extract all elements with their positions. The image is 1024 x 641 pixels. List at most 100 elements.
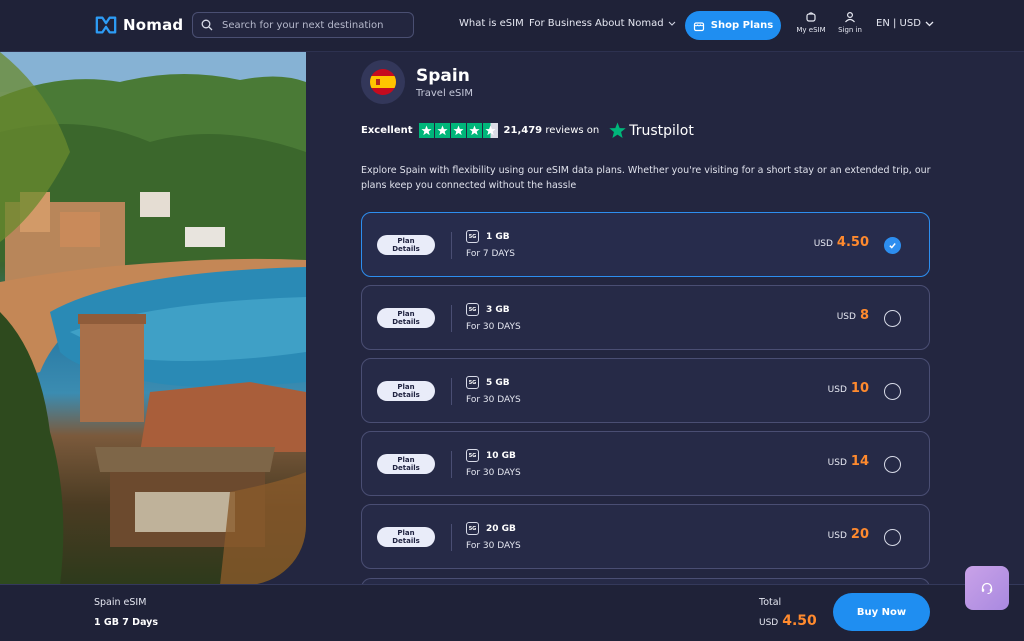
plan-details-button[interactable]: Plan Details [377,454,435,474]
star-icon [434,123,450,138]
sim-card-icon [806,12,816,22]
plan-radio[interactable] [884,529,901,546]
country-name: Spain [416,65,470,86]
trustpilot-label: Trustpilot [629,122,694,139]
plan-duration: For 30 DAYS [466,322,521,332]
trustpilot-star-icon [609,122,626,138]
plan-price: USD 20 [828,527,869,542]
trustpilot-rating[interactable]: Excellent 21,479 reviews on Trustpilot [361,122,694,139]
language-currency-selector[interactable]: EN | USD [876,18,934,29]
price-value: 4.50 [836,235,869,250]
total-label: Total [759,597,782,608]
search-icon [201,19,213,31]
plan-data: 5G 20 GB [466,522,521,535]
plan-info: 5G 5 GB For 30 DAYS [466,376,521,405]
5g-icon: 5G [466,376,479,389]
country-subtitle: Travel eSIM [416,87,473,99]
half-star-icon [482,123,498,138]
plan-details-button[interactable]: Plan Details [377,308,435,328]
check-icon [889,243,896,249]
shop-plans-label: Shop Plans [710,20,774,31]
plan-card-3gb[interactable]: Plan Details 5G 3 GB For 30 DAYS USD 8 [361,285,930,350]
plan-radio[interactable] [884,383,901,400]
reviews-text: reviews on [545,125,600,136]
5g-icon: 5G [466,230,479,243]
total-currency: USD [759,618,779,628]
support-chat-button[interactable] [965,566,1009,610]
country-header: Spain Travel eSIM [361,60,473,104]
nav-about-label: About Nomad [595,18,664,29]
plan-data: 5G 5 GB [466,376,521,389]
plan-price: USD 14 [828,454,869,469]
nomad-logo[interactable]: Nomad [95,14,183,36]
plan-price: USD 10 [828,381,869,396]
trustpilot-logo: Trustpilot [609,122,694,139]
chevron-down-icon [925,21,934,26]
lang-currency-label: EN | USD [876,18,921,29]
5g-icon: 5G [466,303,479,316]
plan-data: 5G 1 GB [466,230,515,243]
plan-data-amount: 10 GB [486,450,516,461]
buy-now-button[interactable]: Buy Now [833,593,930,631]
selected-country: Spain eSIM [94,597,147,608]
plan-price: USD 4.50 [814,235,869,250]
plan-info: 5G 3 GB For 30 DAYS [466,303,521,332]
plan-details-button[interactable]: Plan Details [377,381,435,401]
top-nav-bar: Nomad What is eSIM For Business About No… [0,0,1024,52]
price-currency: USD [813,239,833,249]
star-icon [450,123,466,138]
plan-divider [451,305,452,332]
spain-flag-icon [370,69,396,95]
search-bar[interactable] [192,12,414,38]
coastline-illustration [0,52,306,585]
store-icon [693,21,704,31]
plan-duration: For 30 DAYS [466,541,521,551]
nav-what-is-esim[interactable]: What is eSIM [459,18,524,29]
plan-duration: For 30 DAYS [466,468,521,478]
plan-duration: For 7 DAYS [466,249,515,259]
plan-details-button[interactable]: Plan Details [377,235,435,255]
nav-about-nomad[interactable]: About Nomad [595,18,676,29]
nomad-logo-icon [95,16,117,34]
plan-info: 5G 10 GB For 30 DAYS [466,449,521,478]
price-value: 10 [850,381,869,396]
plan-radio[interactable] [884,310,901,327]
my-esim-link[interactable]: My eSIM [794,11,828,34]
spain-coastline-image [0,52,306,585]
my-esim-label: My eSIM [796,26,826,34]
plan-details-button[interactable]: Plan Details [377,527,435,547]
checkout-bar: Spain eSIM 1 GB 7 Days Total USD 4.50 Bu… [0,584,1024,641]
plan-info: 5G 1 GB For 7 DAYS [466,230,515,259]
price-currency: USD [827,458,847,468]
plan-data: 5G 10 GB [466,449,521,462]
price-currency: USD [827,385,847,395]
plan-card-10gb[interactable]: Plan Details 5G 10 GB For 30 DAYS USD 14 [361,431,930,496]
plan-card-1gb[interactable]: Plan Details 5G 1 GB For 7 DAYS USD 4.50 [361,212,930,277]
plan-divider [451,232,452,259]
price-value: 14 [850,454,869,469]
5g-icon: 5G [466,449,479,462]
plan-info: 5G 20 GB For 30 DAYS [466,522,521,551]
star-icon [466,123,482,138]
plan-radio-selected[interactable] [884,237,901,254]
search-input[interactable] [220,18,400,32]
total-value: 4.50 [782,613,817,629]
sign-in-label: Sign in [838,26,862,34]
shop-plans-button[interactable]: Shop Plans [685,11,781,40]
plan-card-20gb[interactable]: Plan Details 5G 20 GB For 30 DAYS USD 20 [361,504,930,569]
nav-for-business[interactable]: For Business [529,18,592,29]
rating-label: Excellent [361,125,413,136]
total-price: USD 4.50 [759,613,817,629]
star-icon [418,123,434,138]
sign-in-link[interactable]: Sign in [833,11,867,34]
price-currency: USD [827,531,847,541]
plan-duration: For 30 DAYS [466,395,521,405]
chevron-down-icon [668,21,675,26]
plan-data-amount: 20 GB [486,523,516,534]
plan-data: 5G 3 GB [466,303,521,316]
plan-data-amount: 3 GB [486,304,510,315]
plan-divider [451,378,452,405]
rating-stars [418,123,498,138]
plan-card-5gb[interactable]: Plan Details 5G 5 GB For 30 DAYS USD 10 [361,358,930,423]
plan-radio[interactable] [884,456,901,473]
